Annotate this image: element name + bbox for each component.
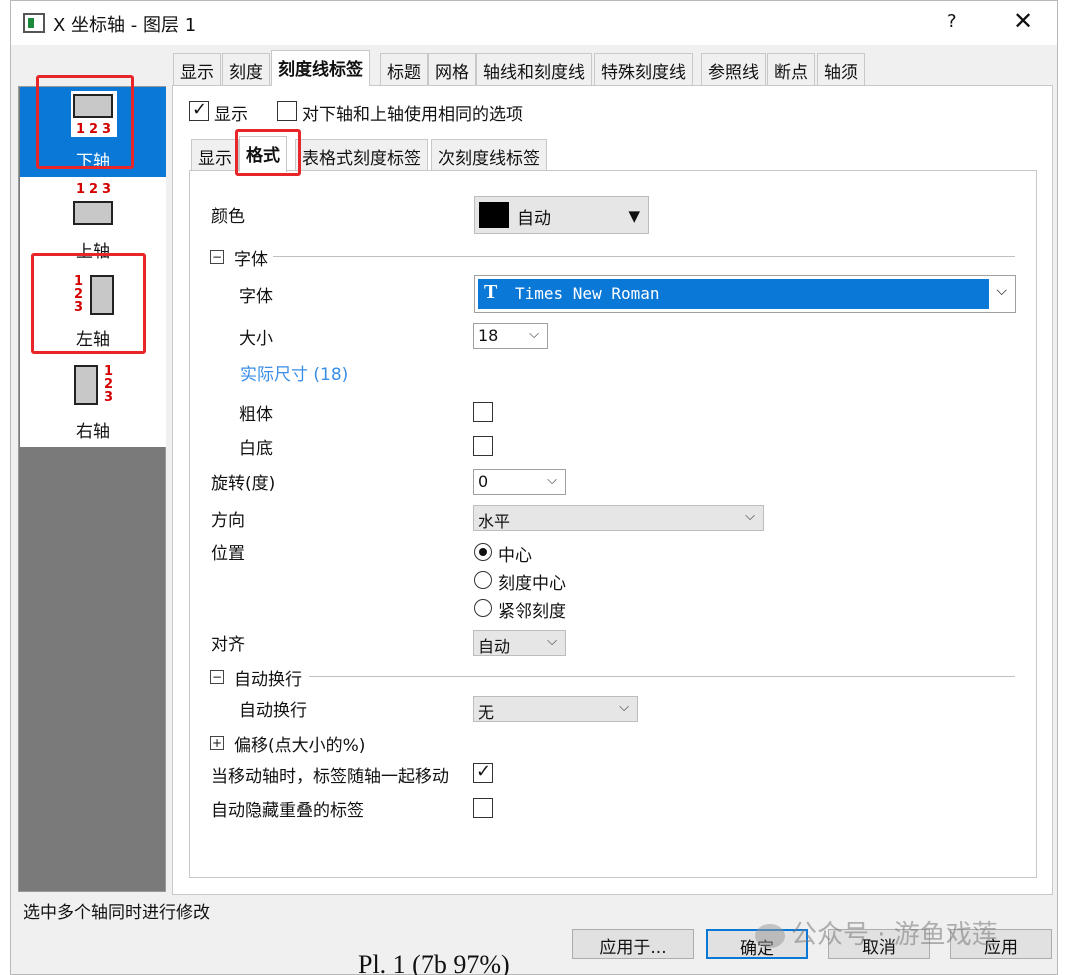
- color-label: 颜色: [211, 207, 245, 227]
- bold-checkbox[interactable]: [473, 402, 493, 422]
- auto-hide-checkbox[interactable]: [473, 798, 493, 818]
- auto-hide-label: 自动隐藏重叠的标签: [211, 801, 364, 821]
- move-with-axis-label: 当移动轴时，标签随轴一起移动: [211, 767, 449, 787]
- align-label: 对齐: [211, 635, 245, 655]
- align-value: 自动: [478, 637, 511, 656]
- subtab-table-labels[interactable]: 表格式刻度标签: [295, 139, 428, 171]
- tab-axis-ticks[interactable]: 轴线和刻度线: [476, 53, 592, 85]
- chevron-down-icon: ⌵: [619, 700, 629, 715]
- watermark: 公众号 · 游鱼戏莲: [755, 914, 998, 951]
- subtab-minor-labels[interactable]: 次刻度线标签: [431, 139, 547, 171]
- close-button[interactable]: ✕: [1013, 7, 1033, 35]
- color-dropdown[interactable]: 自动 ▼: [474, 196, 649, 234]
- color-value: 自动: [517, 209, 551, 229]
- wrap-section-title: 自动换行: [234, 670, 302, 690]
- font-section-title: 字体: [234, 250, 268, 270]
- watermark-text: 公众号 · 游鱼戏莲: [791, 920, 998, 950]
- size-dropdown[interactable]: 18 ⌵: [473, 323, 548, 349]
- tab-display[interactable]: 显示: [173, 53, 221, 85]
- position-label: 位置: [211, 544, 245, 564]
- apply-to-button[interactable]: 应用于...: [572, 929, 694, 959]
- tab-breaks[interactable]: 断点: [767, 53, 815, 85]
- highlight-box-bottom-axis: [36, 75, 134, 169]
- wrap-dropdown[interactable]: 无 ⌵: [473, 696, 638, 722]
- color-swatch: [479, 202, 509, 228]
- status-text: 选中多个轴同时进行修改: [23, 903, 210, 923]
- dropdown-arrow-icon: ▼: [628, 207, 640, 225]
- direction-label: 方向: [211, 511, 245, 531]
- background-text-fragment: Pl. 1 (7b 97%): [358, 950, 510, 975]
- size-value: 18: [478, 326, 499, 345]
- font-label: 字体: [239, 287, 273, 307]
- rotation-dropdown[interactable]: 0 ⌵: [473, 469, 566, 495]
- font-value: Times New Roman: [515, 284, 660, 303]
- white-bg-checkbox[interactable]: [473, 436, 493, 456]
- axis-item-right[interactable]: 1 2 3 右轴: [20, 357, 166, 447]
- position-tick-center-label: 刻度中心: [498, 574, 566, 594]
- actual-size-link[interactable]: 实际尺寸 (18): [240, 360, 348, 385]
- align-dropdown[interactable]: 自动 ⌵: [473, 630, 566, 656]
- white-bg-label: 白底: [239, 439, 273, 459]
- rotation-label: 旋转(度): [211, 474, 276, 494]
- tab-grid[interactable]: 网格: [428, 53, 476, 85]
- rotation-value: 0: [478, 472, 489, 491]
- subtab-display[interactable]: 显示: [191, 139, 239, 171]
- position-center-radio[interactable]: [474, 543, 492, 561]
- wrap-value: 无: [478, 703, 495, 722]
- help-button[interactable]: ?: [947, 11, 957, 32]
- expand-plus-icon[interactable]: +: [210, 736, 224, 750]
- chevron-down-icon: ⌵: [745, 509, 755, 524]
- size-label: 大小: [239, 329, 273, 349]
- show-checkbox[interactable]: [189, 99, 209, 121]
- tab-tick-labels[interactable]: 刻度线标签: [271, 50, 370, 86]
- app-icon: [23, 13, 45, 33]
- chevron-down-icon: ⌵: [529, 327, 539, 342]
- section-divider: [309, 676, 1015, 677]
- highlight-box-left-axis: [31, 253, 146, 354]
- tab-rug[interactable]: 轴须: [817, 53, 865, 85]
- direction-value: 水平: [478, 512, 511, 531]
- tab-special-ticks[interactable]: 特殊刻度线: [594, 53, 693, 85]
- chevron-down-icon: ⌵: [547, 473, 557, 488]
- top-axis-icon: 1 2 3: [71, 181, 117, 227]
- collapse-minus-icon[interactable]: −: [210, 250, 224, 264]
- tab-scale[interactable]: 刻度: [222, 53, 270, 85]
- chevron-down-icon: ⌵: [996, 283, 1007, 299]
- window-title: X 坐标轴 - 图层 1: [53, 15, 197, 36]
- direction-dropdown[interactable]: 水平 ⌵: [473, 505, 764, 531]
- truetype-icon: T: [484, 281, 498, 303]
- offset-section-title: 偏移(点大小的%): [234, 736, 366, 756]
- title-bar: X 坐标轴 - 图层 1 ? ✕: [11, 1, 1057, 45]
- section-divider: [273, 256, 1015, 257]
- position-center-label: 中心: [498, 546, 532, 566]
- dialog-window: X 坐标轴 - 图层 1 ? ✕ 1 2 3 下轴 1 2 3 上轴 1 2 3…: [10, 0, 1058, 975]
- bold-label: 粗体: [239, 405, 273, 425]
- collapse-minus-icon[interactable]: −: [210, 670, 224, 684]
- position-adjacent-radio[interactable]: [474, 599, 492, 617]
- show-label: 显示: [214, 105, 248, 125]
- position-adjacent-label: 紧邻刻度: [498, 602, 566, 622]
- same-options-label: 对下轴和上轴使用相同的选项: [302, 105, 523, 125]
- right-axis-icon: 1 2 3: [72, 363, 118, 409]
- axis-list: 1 2 3 下轴 1 2 3 上轴 1 2 3 左轴 1 2 3 右轴: [18, 86, 166, 892]
- axis-item-label: 右轴: [76, 422, 110, 442]
- tab-reference-lines[interactable]: 参照线: [701, 53, 766, 85]
- position-tick-center-radio[interactable]: [474, 571, 492, 589]
- wrap-label: 自动换行: [239, 701, 307, 721]
- move-with-axis-checkbox[interactable]: [473, 761, 493, 783]
- wechat-icon: [755, 923, 785, 948]
- subtab-format[interactable]: 格式: [239, 136, 287, 172]
- font-dropdown[interactable]: T Times New Roman ⌵: [474, 275, 1016, 313]
- chevron-down-icon: ⌵: [547, 634, 557, 649]
- same-options-checkbox[interactable]: [277, 101, 297, 121]
- tab-title[interactable]: 标题: [380, 53, 428, 85]
